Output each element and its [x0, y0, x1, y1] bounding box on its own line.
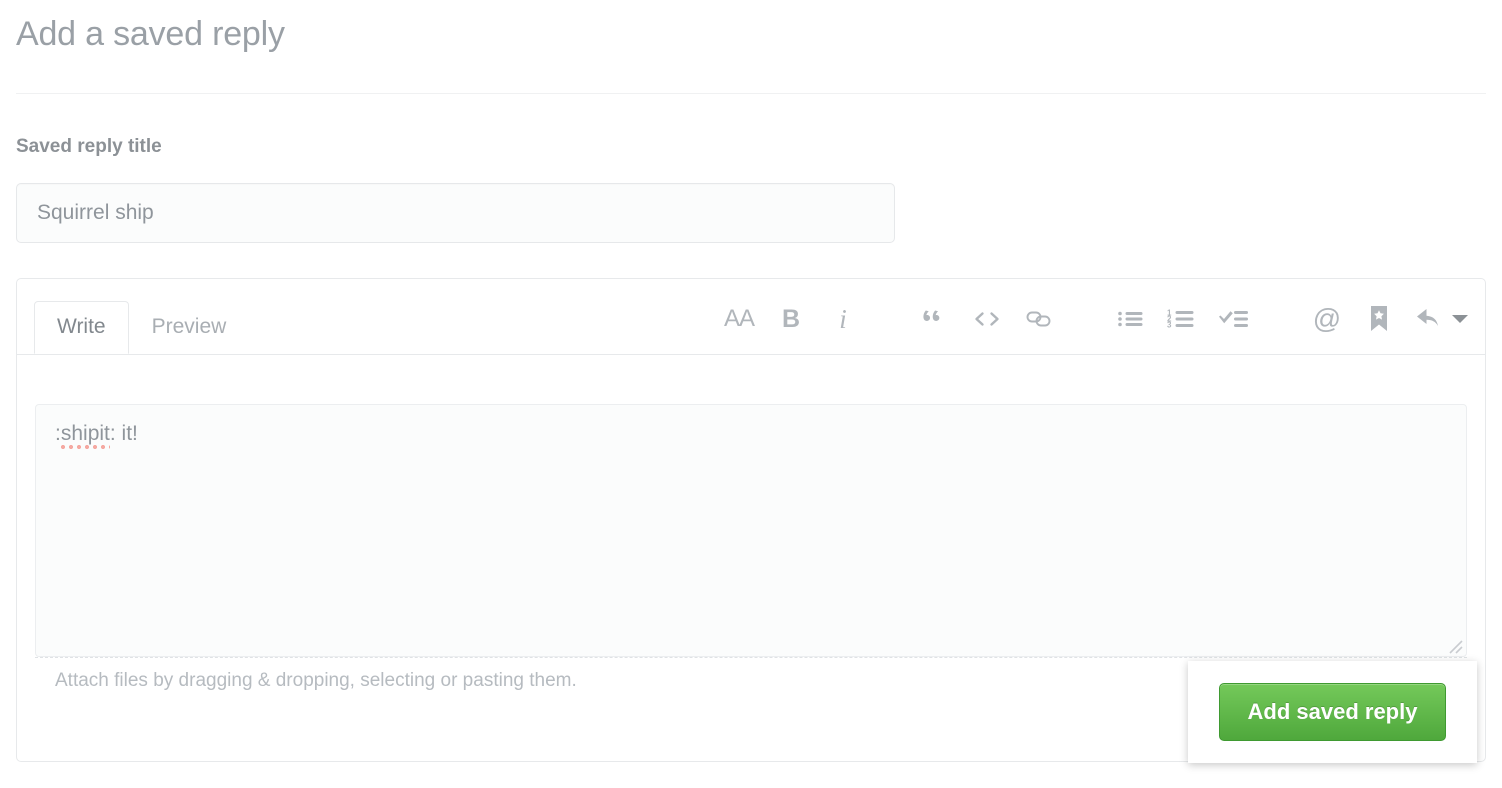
attach-files-hint: Attach files by dragging & dropping, sel…: [55, 670, 577, 691]
editor-tab-row: Write Preview AA B i 1 2 3 @: [17, 279, 1485, 355]
italic-icon[interactable]: i: [817, 299, 869, 339]
editor-toolbar: AA B i 1 2 3 @: [713, 299, 1471, 339]
bold-icon[interactable]: B: [765, 299, 817, 339]
header-divider: [16, 93, 1486, 94]
svg-text:3: 3: [1167, 321, 1172, 330]
page-title: Add a saved reply: [16, 15, 285, 53]
task-list-icon[interactable]: [1209, 299, 1261, 339]
tab-write[interactable]: Write: [34, 301, 129, 355]
submit-button-spotlight: Add saved reply: [1188, 661, 1477, 763]
mention-icon-glyph: @: [1312, 303, 1342, 334]
chevron-down-icon[interactable]: [1449, 299, 1471, 339]
editor-textarea[interactable]: [35, 404, 1467, 657]
toolbar-group-lists: 1 2 3: [1105, 299, 1261, 339]
toolbar-group-text: AA B i: [713, 299, 869, 339]
saved-reply-title-label: Saved reply title: [16, 136, 162, 157]
editor-tabs: Write Preview: [34, 301, 250, 355]
code-icon[interactable]: [961, 299, 1013, 339]
add-saved-reply-button[interactable]: Add saved reply: [1218, 683, 1447, 741]
ordered-list-icon[interactable]: 1 2 3: [1157, 299, 1209, 339]
link-icon[interactable]: [1013, 299, 1065, 339]
editor-textarea-wrapper: :shipit: it!: [35, 404, 1467, 657]
italic-icon-glyph: i: [839, 303, 847, 334]
unordered-list-icon[interactable]: [1105, 299, 1157, 339]
toolbar-group-insert: @: [1301, 299, 1471, 339]
mention-icon[interactable]: @: [1301, 299, 1353, 339]
heading-icon-glyph: AA: [723, 305, 755, 332]
toolbar-group-blocks: [909, 299, 1065, 339]
quote-icon[interactable]: [909, 299, 961, 339]
bold-icon-glyph: B: [781, 304, 801, 333]
saved-reply-title-input[interactable]: [16, 183, 895, 243]
tab-preview[interactable]: Preview: [129, 301, 250, 353]
heading-icon[interactable]: AA: [713, 299, 765, 339]
saved-reply-icon[interactable]: [1353, 299, 1405, 339]
